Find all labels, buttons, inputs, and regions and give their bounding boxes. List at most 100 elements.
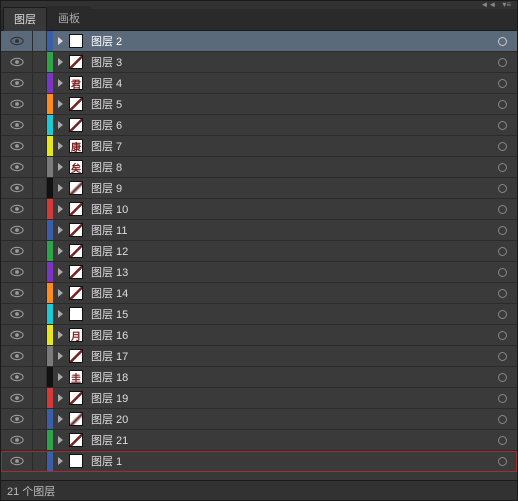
- lock-column[interactable]: [33, 346, 47, 366]
- layer-name[interactable]: 图层 18: [85, 369, 487, 385]
- tab-layers[interactable]: 图层: [3, 7, 47, 31]
- layer-name[interactable]: 图层 20: [85, 411, 487, 427]
- expand-toggle[interactable]: [53, 388, 67, 408]
- panel-menu-icon[interactable]: ▾≡: [502, 1, 511, 9]
- visibility-toggle[interactable]: [1, 94, 33, 114]
- layer-thumbnail[interactable]: [67, 241, 85, 261]
- layer-name[interactable]: 图层 12: [85, 243, 487, 259]
- layer-name[interactable]: 图层 19: [85, 390, 487, 406]
- visibility-toggle[interactable]: [1, 409, 33, 429]
- collapse-icon[interactable]: ◄◄: [480, 1, 496, 9]
- lock-column[interactable]: [33, 199, 47, 219]
- layer-thumbnail[interactable]: [67, 451, 85, 471]
- lock-column[interactable]: [33, 73, 47, 93]
- target-toggle[interactable]: [487, 430, 517, 450]
- layer-name[interactable]: 图层 21: [85, 432, 487, 448]
- layer-thumbnail[interactable]: [67, 220, 85, 240]
- target-toggle[interactable]: [487, 304, 517, 324]
- lock-column[interactable]: [33, 430, 47, 450]
- layer-name[interactable]: 图层 6: [85, 117, 487, 133]
- visibility-toggle[interactable]: [1, 325, 33, 345]
- visibility-toggle[interactable]: [1, 262, 33, 282]
- layer-thumbnail[interactable]: [67, 283, 85, 303]
- target-toggle[interactable]: [487, 241, 517, 261]
- target-toggle[interactable]: [487, 52, 517, 72]
- layer-row[interactable]: 君图层 4: [1, 73, 517, 94]
- layer-row[interactable]: 康图层 7: [1, 136, 517, 157]
- layer-thumbnail[interactable]: 月: [67, 325, 85, 345]
- visibility-toggle[interactable]: [1, 115, 33, 135]
- visibility-toggle[interactable]: [1, 73, 33, 93]
- visibility-toggle[interactable]: [1, 157, 33, 177]
- visibility-toggle[interactable]: [1, 136, 33, 156]
- layer-name[interactable]: 图层 2: [85, 33, 487, 49]
- layer-row[interactable]: 图层 20: [1, 409, 517, 430]
- lock-column[interactable]: [33, 52, 47, 72]
- layer-thumbnail[interactable]: 矣: [67, 157, 85, 177]
- layer-name[interactable]: 图层 16: [85, 327, 487, 343]
- visibility-toggle[interactable]: [1, 388, 33, 408]
- layer-thumbnail[interactable]: [67, 115, 85, 135]
- layer-row[interactable]: 图层 15: [1, 304, 517, 325]
- layer-row[interactable]: 图层 3: [1, 52, 517, 73]
- lock-column[interactable]: [33, 94, 47, 114]
- expand-toggle[interactable]: [53, 178, 67, 198]
- layer-row[interactable]: 图层 12: [1, 241, 517, 262]
- layer-thumbnail[interactable]: [67, 178, 85, 198]
- target-toggle[interactable]: [487, 220, 517, 240]
- layer-thumbnail[interactable]: [67, 388, 85, 408]
- expand-toggle[interactable]: [53, 157, 67, 177]
- layer-name[interactable]: 图层 17: [85, 348, 487, 364]
- layer-thumbnail[interactable]: [67, 94, 85, 114]
- layer-name[interactable]: 图层 1: [85, 453, 487, 469]
- expand-toggle[interactable]: [53, 325, 67, 345]
- layer-list[interactable]: 图层 2图层 3君图层 4图层 5图层 6康图层 7矣图层 8图层 9图层 10…: [1, 31, 517, 480]
- visibility-toggle[interactable]: [1, 199, 33, 219]
- layer-name[interactable]: 图层 11: [85, 222, 487, 238]
- target-toggle[interactable]: [487, 94, 517, 114]
- lock-column[interactable]: [33, 115, 47, 135]
- layer-name[interactable]: 图层 15: [85, 306, 487, 322]
- target-toggle[interactable]: [487, 136, 517, 156]
- layer-name[interactable]: 图层 8: [85, 159, 487, 175]
- expand-toggle[interactable]: [53, 367, 67, 387]
- layer-thumbnail[interactable]: 君: [67, 73, 85, 93]
- layer-thumbnail[interactable]: [67, 31, 85, 51]
- lock-column[interactable]: [33, 451, 47, 471]
- expand-toggle[interactable]: [53, 52, 67, 72]
- expand-toggle[interactable]: [53, 241, 67, 261]
- visibility-toggle[interactable]: [1, 346, 33, 366]
- visibility-toggle[interactable]: [1, 451, 33, 471]
- layer-name[interactable]: 图层 3: [85, 54, 487, 70]
- expand-toggle[interactable]: [53, 136, 67, 156]
- lock-column[interactable]: [33, 220, 47, 240]
- layer-name[interactable]: 图层 13: [85, 264, 487, 280]
- layer-row[interactable]: 矣图层 8: [1, 157, 517, 178]
- target-toggle[interactable]: [487, 199, 517, 219]
- target-toggle[interactable]: [487, 157, 517, 177]
- lock-column[interactable]: [33, 283, 47, 303]
- expand-toggle[interactable]: [53, 430, 67, 450]
- visibility-toggle[interactable]: [1, 220, 33, 240]
- expand-toggle[interactable]: [53, 283, 67, 303]
- expand-toggle[interactable]: [53, 199, 67, 219]
- layer-name[interactable]: 图层 4: [85, 75, 487, 91]
- target-toggle[interactable]: [487, 178, 517, 198]
- layer-name[interactable]: 图层 14: [85, 285, 487, 301]
- expand-toggle[interactable]: [53, 409, 67, 429]
- layer-thumbnail[interactable]: [67, 52, 85, 72]
- lock-column[interactable]: [33, 367, 47, 387]
- visibility-toggle[interactable]: [1, 367, 33, 387]
- target-toggle[interactable]: [487, 346, 517, 366]
- layer-name[interactable]: 图层 9: [85, 180, 487, 196]
- target-toggle[interactable]: [487, 31, 517, 51]
- layer-thumbnail[interactable]: 康: [67, 136, 85, 156]
- visibility-toggle[interactable]: [1, 31, 33, 51]
- lock-column[interactable]: [33, 262, 47, 282]
- layer-row[interactable]: 图层 11: [1, 220, 517, 241]
- target-toggle[interactable]: [487, 115, 517, 135]
- layer-row[interactable]: 月图层 16: [1, 325, 517, 346]
- lock-column[interactable]: [33, 325, 47, 345]
- visibility-toggle[interactable]: [1, 52, 33, 72]
- target-toggle[interactable]: [487, 262, 517, 282]
